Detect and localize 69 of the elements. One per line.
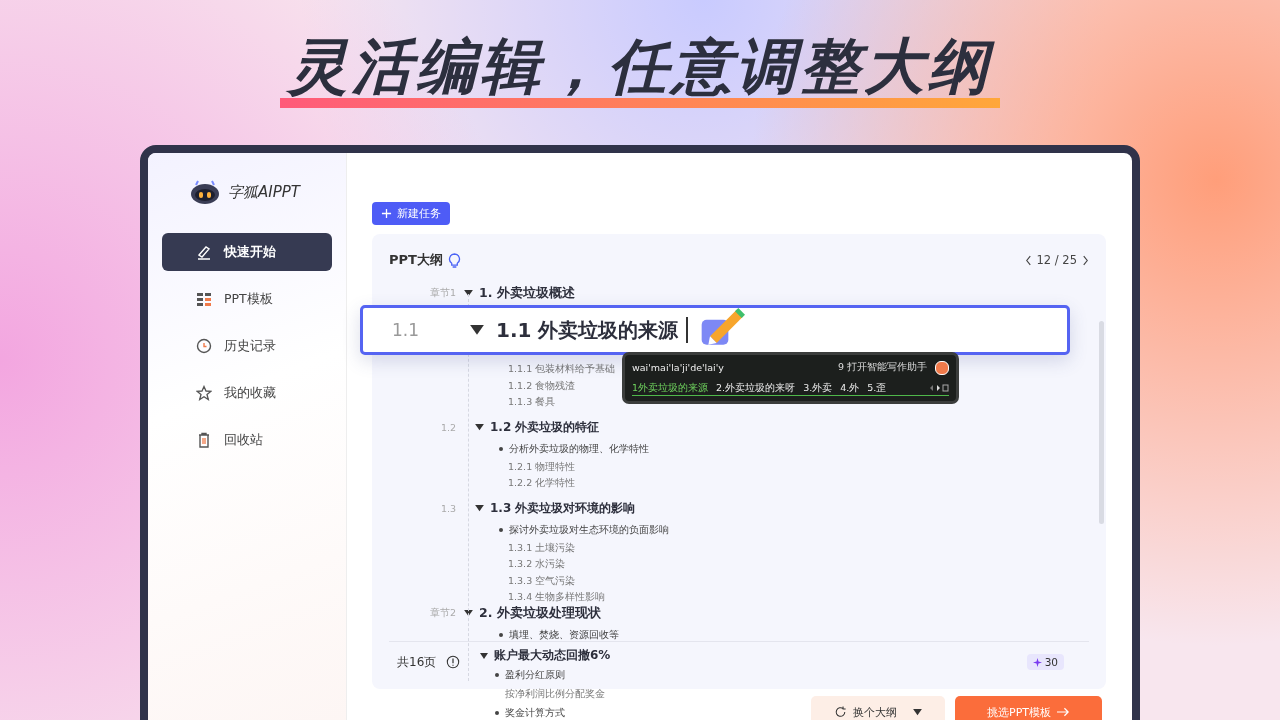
regenerate-outline-button[interactable]: 换个大纲 [811, 696, 945, 720]
new-task-button[interactable]: 新建任务 [372, 202, 450, 225]
ime-hint: 9 打开智能写作助手 [837, 361, 927, 374]
outline-subitem: 1.1.3 餐具 [508, 395, 556, 409]
pen-icon [196, 244, 212, 260]
outline-subitem: 1.2.2 化学特性 [508, 476, 576, 490]
pinyin-text: wai'mai'la'ji'de'lai'y [632, 362, 724, 373]
sidebar-item[interactable]: PPT模板 [162, 280, 332, 318]
focused-heading-field[interactable]: 1.1 1.1 外卖垃圾的来源 [360, 305, 1070, 355]
chapter-title: 2. 外卖垃圾处理现状 [479, 604, 601, 622]
collapse-triangle-icon[interactable] [470, 324, 484, 336]
page-count: 共16页 [397, 654, 437, 671]
grid-icon [196, 291, 212, 307]
outline-subitem: 1.3.4 生物多样性影响 [508, 590, 606, 604]
outline-bullet: 探讨外卖垃圾对生态环境的负面影响 [499, 519, 1089, 540]
section-title: 1.2 外卖垃圾的特征 [490, 419, 600, 436]
clock-icon [196, 338, 212, 354]
collapse-triangle-icon[interactable] [464, 609, 473, 617]
app-name: 字狐AIPPT [228, 182, 300, 202]
outline-subitem: 1.3.2 水污染 [508, 557, 566, 571]
robot-logo-icon [190, 179, 220, 205]
outline-title: PPT大纲 [389, 251, 443, 269]
outline-subitem: 1.2.1 物理特性 [508, 459, 576, 474]
ime-candidate[interactable]: 4.外 [840, 381, 860, 395]
dropdown-caret-icon [913, 708, 922, 716]
ime-avatar-icon [935, 360, 949, 375]
outline-subitem: 1.3.1 土壤污染 [508, 540, 576, 555]
section-number: 1.3 [439, 503, 456, 514]
chapter-title: 1. 外卖垃圾概述 [479, 285, 575, 302]
outline-subitem: 按净利润比例分配奖金 [505, 687, 606, 701]
sidebar-item[interactable]: 历史记录 [162, 327, 332, 365]
collapse-triangle-icon[interactable] [464, 290, 473, 297]
trash-icon [196, 432, 212, 448]
collapse-triangle-icon[interactable] [475, 505, 484, 512]
section-title: 1.1 外卖垃圾的来源 [496, 316, 679, 344]
info-icon[interactable] [446, 655, 461, 669]
ime-candidate[interactable]: 1外卖垃圾的来源 [632, 381, 709, 395]
plus-icon [381, 208, 392, 219]
scrollbar[interactable] [1099, 321, 1104, 524]
section-title: 1.3 外卖垃圾对环境的影响 [490, 500, 636, 517]
section-number: 1.2 [439, 422, 456, 433]
outline-heading: 账户最大动态回撤6% [480, 647, 611, 668]
outline-subitem: 1.1.2 食物残渣 [508, 378, 576, 393]
sparkle-icon [1032, 657, 1042, 667]
outline-bullet: 填埋、焚烧、资源回收等 [499, 624, 1089, 645]
sidebar-item[interactable]: 我的收藏 [162, 374, 332, 412]
outline-bullet: 奖金计算方式 [495, 706, 611, 720]
ime-candidate[interactable]: 5.歪 [867, 381, 887, 395]
ime-candidate[interactable]: 3.外卖 [803, 381, 833, 395]
ime-candidate[interactable]: 2.外卖垃圾的来呀 [716, 381, 796, 395]
credits-badge: 30 [1026, 654, 1064, 670]
page-indicator: 12 / 25 [1036, 253, 1077, 267]
page-arrows-icon[interactable] [929, 384, 949, 392]
star-icon [196, 385, 212, 401]
outline-subitem: 1.1.1 包装材料给予基础 [508, 362, 616, 376]
chapter-label: 章节1 [428, 287, 456, 300]
sidebar-item[interactable]: 回收站 [162, 421, 332, 459]
next-icon[interactable] [1082, 254, 1089, 266]
collapse-triangle-icon[interactable] [475, 424, 484, 431]
lightbulb-icon [447, 252, 461, 268]
outline-bullet: 分析外卖垃圾的物理、化学特性 [499, 438, 1089, 459]
arrow-right-icon [1057, 706, 1070, 718]
sidebar-item[interactable]: 快速开始 [162, 233, 332, 271]
previous-icon[interactable] [1024, 254, 1032, 266]
outline-subitem: 1.3.3 空气污染 [508, 573, 576, 588]
outline-bullet: 盈利分红原则 [495, 668, 611, 687]
refresh-icon [834, 706, 847, 718]
chapter-label: 章节2 [428, 606, 456, 620]
section-number: 1.1 [391, 320, 421, 340]
